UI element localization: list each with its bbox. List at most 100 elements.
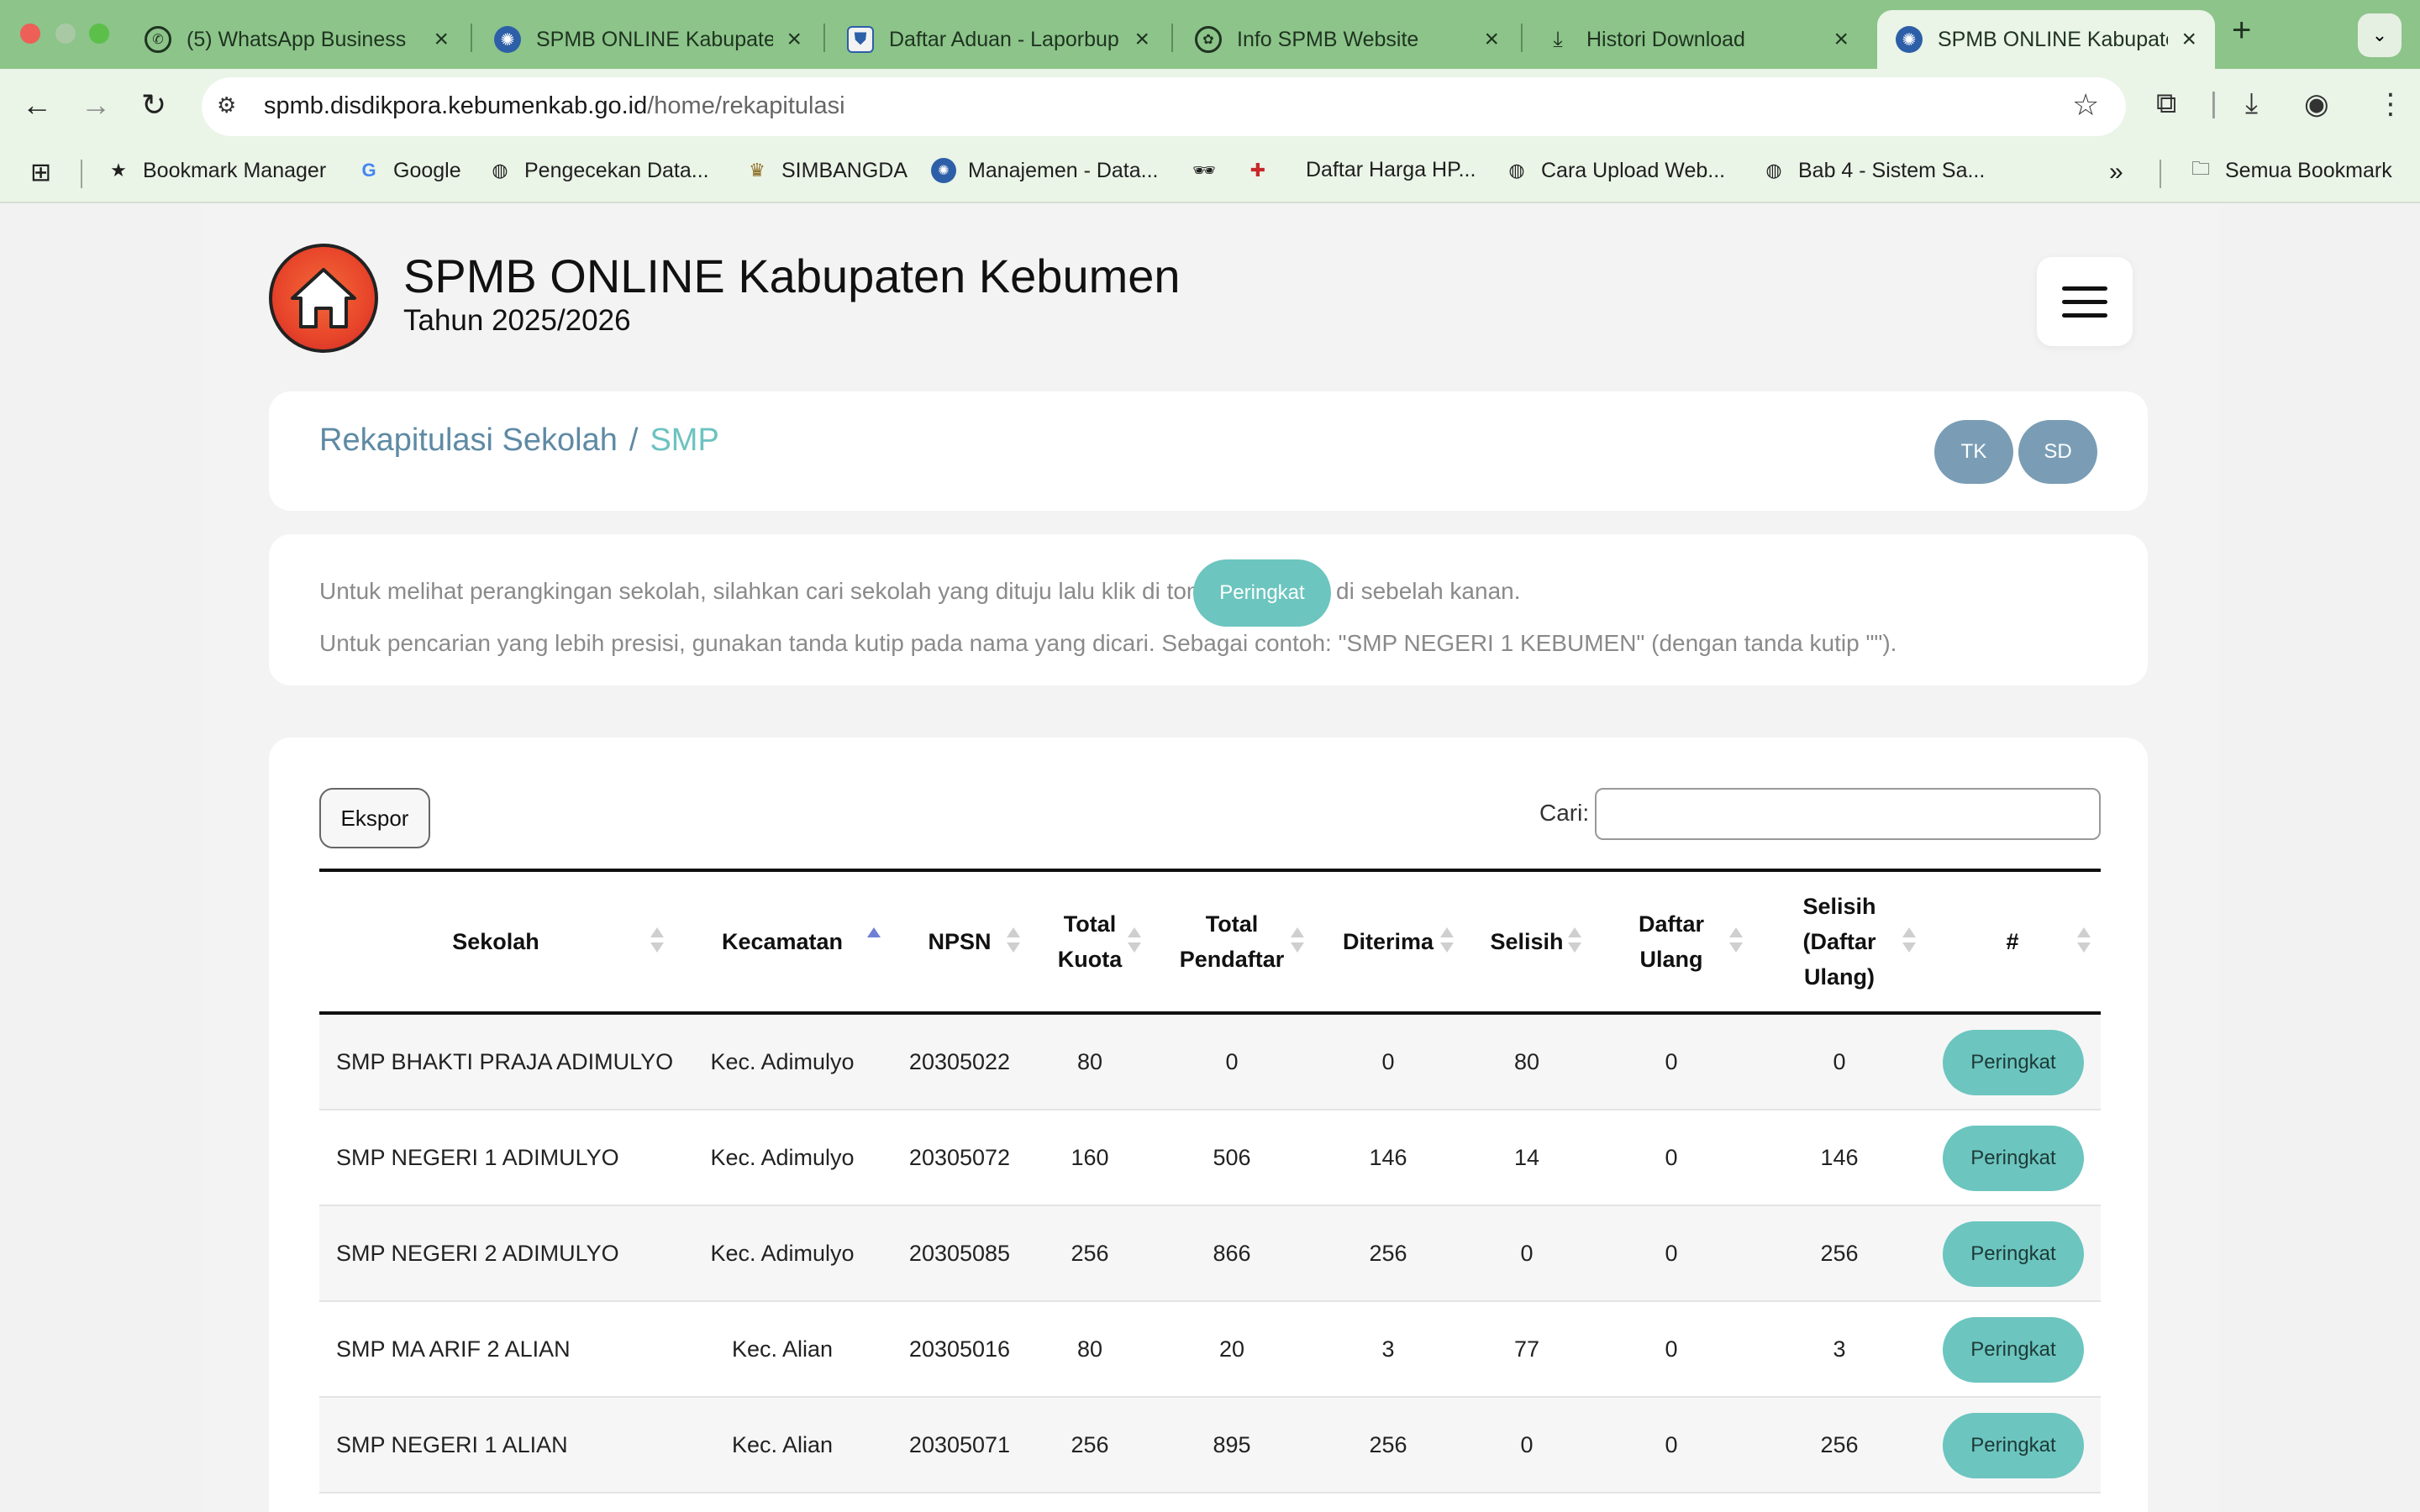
cell-sekolah: SMP NEGERI 1 ALIAN [336,1431,568,1457]
bookmark-item[interactable]: ★ Bookmark Manager [106,158,326,183]
sort-arrows-icon[interactable] [1568,927,1581,956]
cell-selisih-daftar-ulang: 146 [1820,1144,1859,1170]
column-header-sekolah[interactable]: Sekolah [319,874,672,1010]
column-header-daftar-ulang[interactable]: Daftar Ulang [1597,874,1746,1010]
sort-arrows-icon[interactable] [1291,927,1304,956]
reload-icon[interactable]: ↻ [141,87,166,123]
column-header-selisih-daftar-ulang[interactable]: Selisih (Daftar Ulang) [1760,874,1919,1010]
peringkat-button[interactable]: Peringkat [1943,1317,2084,1383]
all-bookmarks-folder[interactable]: 🗀 Semua Bookmark [2188,158,2392,183]
browser-tab[interactable]: ✺ SPMB ONLINE Kabupaten Kebumen × [476,10,820,69]
cell-daftar-ulang: 0 [1665,1240,1678,1266]
sort-arrows-icon[interactable] [1440,927,1454,956]
window-zoom-icon[interactable] [89,24,109,44]
export-button[interactable]: Ekspor [319,788,430,848]
bookmark-divider [2160,160,2161,188]
info-line-1-before: Untuk melihat perangkingan sekolah, sila… [319,578,1238,604]
back-arrow-icon[interactable]: ← [22,87,52,123]
cell-selisih: 0 [1520,1431,1534,1457]
cell-kecamatan: Kec. Adimulyo [710,1240,855,1266]
bookmark-item[interactable]: G Google [356,158,460,183]
forward-arrow-icon[interactable]: → [81,87,111,123]
close-icon[interactable]: × [786,25,802,54]
sort-arrows-icon[interactable] [2077,927,2091,956]
bookmark-item[interactable]: ✺ Manajemen - Data... [931,158,1159,183]
window-minimize-icon[interactable] [55,24,76,44]
more-menu-icon[interactable]: ⋮ [2376,87,2405,121]
site-settings-icon[interactable]: ⚙ [217,92,247,121]
bookmark-item[interactable]: Daftar Harga HP... [1306,158,1476,182]
column-header-diterima[interactable]: Diterima [1323,874,1454,1010]
profile-avatar-icon[interactable]: ◉ [2304,87,2329,121]
close-icon[interactable]: × [1833,25,1849,54]
search-input[interactable] [1595,788,2101,840]
sort-arrows-icon[interactable] [1902,927,1916,956]
browser-tab-active[interactable]: ✺ SPMB ONLINE Kabupaten Kebumen × [1877,10,2215,69]
peringkat-button[interactable]: Peringkat [1943,1030,2084,1095]
sort-arrows-icon[interactable] [1007,927,1020,956]
close-icon[interactable]: × [1134,25,1150,54]
sort-arrows-icon[interactable] [1128,927,1141,956]
cell-daftar-ulang: 0 [1665,1431,1678,1457]
tutwuri-icon: ✺ [494,26,521,53]
column-header-label: Total Kuota [1057,911,1123,972]
bookmark-item[interactable]: ◍ Pengecekan Data... [487,158,708,183]
android-icon: ✚ [1249,160,1266,181]
bookmark-star-icon[interactable]: ☆ [2072,87,2099,123]
new-tab-icon[interactable]: + [2232,12,2251,50]
column-header-kecamatan[interactable]: Kecamatan [689,874,876,1010]
extensions-icon[interactable]: ⧉ [2156,87,2176,120]
close-icon[interactable]: × [2181,25,2196,54]
peringkat-button[interactable]: Peringkat [1943,1126,2084,1191]
window-close-icon[interactable] [20,24,40,44]
peringkat-info-button[interactable]: Peringkat [1193,559,1331,627]
bookmark-item[interactable]: ◍ Cara Upload Web... [1504,158,1725,183]
home-logo-icon[interactable] [269,244,378,353]
cell-total-kuota: 80 [1076,1336,1103,1362]
tutwuri-icon: ✺ [1896,26,1923,53]
url-text[interactable]: spmb.disdikpora.kebumenkab.go.id/home/re… [264,92,845,120]
bookmark-label: Bab 4 - Sistem Sa... [1798,158,1986,182]
column-header-label: # [2006,929,2019,954]
bookmark-item[interactable]: ◍ Bab 4 - Sistem Sa... [1761,158,1985,183]
close-icon[interactable]: × [434,25,449,54]
browser-tab[interactable]: ✿ Info SPMB Website × [1176,10,1518,69]
browser-tab[interactable]: ✆ (5) WhatsApp Business × [126,10,467,69]
breadcrumb-parent[interactable]: Rekapitulasi Sekolah [319,423,618,458]
search-label: Cari: [1539,800,1590,826]
level-button-tk[interactable]: TK [1934,420,2013,484]
bookmark-item[interactable]: ✚ [1245,158,1282,183]
tab-search-chevron-icon[interactable]: ⌄ [2358,13,2402,57]
apps-grid-icon[interactable]: ⊞ [30,158,51,187]
sort-arrows-icon[interactable] [1729,927,1743,956]
download-icon: ⤓ [1553,26,1563,51]
bookmark-divider [81,160,82,188]
sort-arrows-icon[interactable] [650,927,664,956]
breadcrumb-separator: / [629,423,639,458]
table-row: SMP NEGERI 2 ADIMULYO Kec. Adimulyo 2030… [319,1206,2101,1302]
peringkat-button[interactable]: Peringkat [1943,1413,2084,1478]
column-header-label: Daftar Ulang [1638,911,1705,972]
url-host: spmb.disdikpora.kebumenkab.go.id [264,92,648,119]
hamburger-menu-icon[interactable] [2037,257,2133,346]
bookmark-item[interactable]: ♛ SIMBANGDA [744,158,908,183]
bookmark-item[interactable]: 🕶 [1192,158,1228,183]
sort-ascending-icon[interactable] [867,927,881,956]
folder-icon: 🗀 [2191,158,2210,179]
bookmark-label: Manajemen - Data... [968,158,1159,182]
close-icon[interactable]: × [1484,25,1499,54]
column-header-npsn[interactable]: NPSN [894,874,1025,1010]
browser-tab[interactable]: ⤓ Histori Download × [1526,10,1867,69]
column-header-action[interactable]: # [1949,874,2075,1010]
bookmark-label: SIMBANGDA [781,158,908,182]
download-icon[interactable]: ⤓ [2245,87,2258,120]
level-button-sd[interactable]: SD [2018,420,2097,484]
column-header-selisih[interactable]: Selisih [1470,874,1583,1010]
table-header-top-rule [319,869,2101,872]
tab-title: Histori Download [1586,27,1745,51]
peringkat-button[interactable]: Peringkat [1943,1221,2084,1287]
column-header-total-pendaftar[interactable]: Total Pendaftar [1160,874,1304,1010]
more-bookmarks-chevron-icon[interactable]: » [2109,158,2123,186]
browser-tab[interactable]: ⛊ Daftar Aduan - Laporbup × [829,10,1168,69]
cell-sekolah: SMP NEGERI 2 ADIMULYO [336,1240,619,1266]
